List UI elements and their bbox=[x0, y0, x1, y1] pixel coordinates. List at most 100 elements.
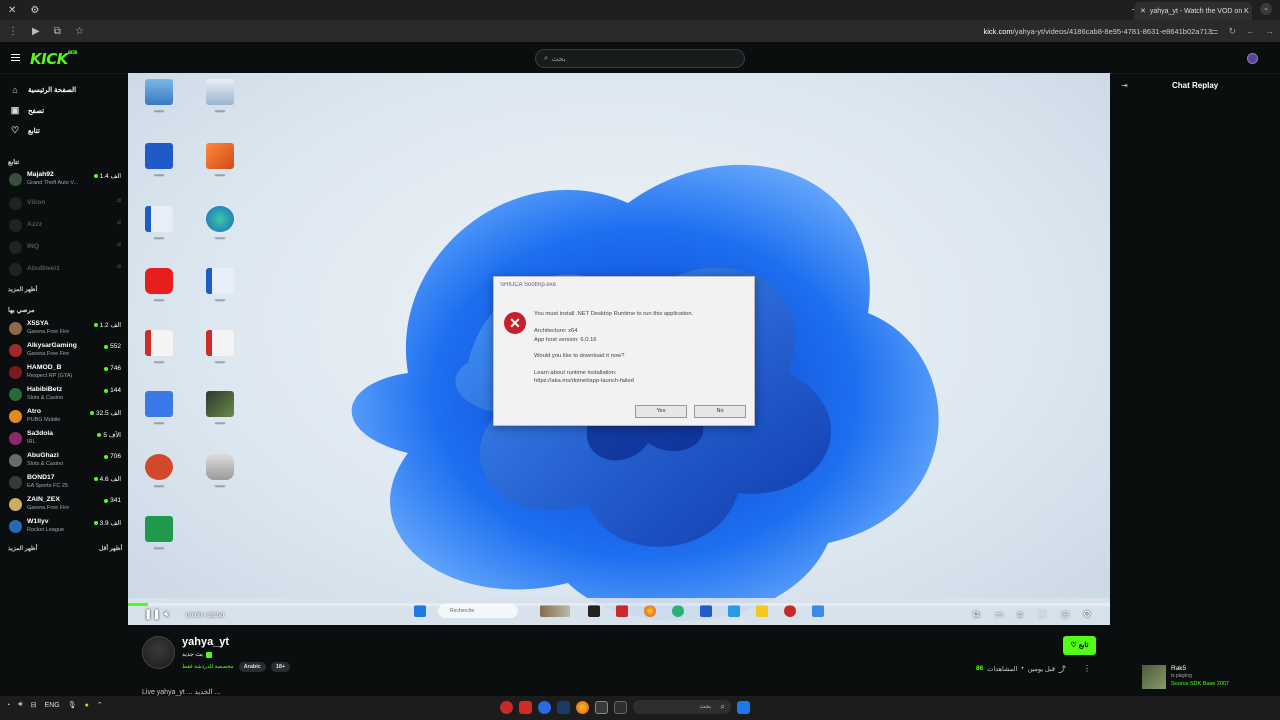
channel-item-recommended[interactable]: AbuGhazi Slots & Casino 706 bbox=[9, 451, 121, 471]
status-icon[interactable]: ● bbox=[85, 702, 89, 709]
app-icon[interactable] bbox=[538, 700, 551, 714]
calendar-icon[interactable] bbox=[519, 700, 532, 714]
sidebar-item-home[interactable]: ⌂ الصفحة الرئيسية bbox=[10, 85, 76, 95]
desktop-icon-docs[interactable]: ▬▬ bbox=[142, 391, 176, 437]
channel-item-recommended[interactable]: AlkysarGaming Garena Free Fire 552 bbox=[9, 341, 121, 361]
channel-name[interactable]: yahya_yt bbox=[182, 636, 229, 648]
age-tag[interactable]: 18+ bbox=[270, 662, 291, 672]
chrome-icon[interactable] bbox=[576, 700, 589, 714]
channel-item-recommended[interactable]: BOND17 EA Sports FC 25 4.6 الف bbox=[9, 473, 121, 493]
recommended-name: Rak5 bbox=[1171, 665, 1187, 672]
desktop-icon-pdf-2[interactable]: ▬▬ bbox=[203, 330, 237, 376]
desktop-icon-home[interactable]: ▬▬ bbox=[203, 143, 237, 189]
channel-item-recommended[interactable]: Sa3dola IRL 5 الآف bbox=[9, 429, 121, 449]
viewer-count-value: 5 الآف bbox=[103, 432, 121, 439]
menu-icon[interactable] bbox=[11, 54, 20, 61]
url-field[interactable]: kick.com/yahya-yt/videos/4186cab8-8e95-4… bbox=[984, 27, 1213, 36]
kick-logo[interactable]: KICKBETA bbox=[30, 50, 78, 68]
more-options-icon[interactable]: ⋮ bbox=[1083, 664, 1091, 673]
recycle-bin-icon bbox=[206, 79, 234, 105]
clock-icon: ◔ bbox=[6, 701, 11, 709]
clip-icon[interactable]: ⧉ bbox=[973, 609, 979, 620]
show-more-button[interactable]: أظهر المزيد bbox=[8, 545, 37, 552]
share-icon[interactable]: ⤴ bbox=[1058, 664, 1066, 675]
user-avatar[interactable] bbox=[1247, 53, 1258, 64]
mute-icon[interactable]: 🔇︎ bbox=[164, 609, 170, 620]
close-icon[interactable]: ✕ bbox=[8, 5, 16, 16]
search-input[interactable]: ⌕ بحث bbox=[535, 49, 745, 68]
back-icon[interactable]: ← bbox=[1246, 26, 1255, 37]
edge-icon bbox=[206, 206, 234, 232]
browser-active-icon[interactable] bbox=[595, 700, 608, 714]
desktop-icon-recycle-bin[interactable]: ▬▬ bbox=[203, 79, 237, 125]
video-player[interactable]: ▬▬ ▬▬ ▬▬ ▬▬ ▬▬ ▬▬ ▬▬ ▬▬ ▬▬ ▬▬ ▬▬ ▬▬ ▬▬ ▬… bbox=[128, 73, 1110, 625]
language-indicator[interactable]: ENG bbox=[45, 702, 60, 709]
channel-item-recommended[interactable]: HAMOD_B Respect RP (GTA) 746 bbox=[9, 363, 121, 383]
steam-icon[interactable] bbox=[557, 700, 570, 714]
reload-icon[interactable]: ↻ bbox=[1228, 26, 1236, 37]
windows-start-icon[interactable] bbox=[737, 700, 750, 714]
channel-name: W1llyv bbox=[27, 518, 49, 525]
desktop-icon-sheets[interactable]: ▬▬ bbox=[142, 516, 176, 562]
viewer-count: 5 الآف bbox=[97, 431, 121, 439]
desktop-icon-document[interactable]: ▬▬ bbox=[142, 206, 176, 252]
desktop-icon-network[interactable]: ▬▬ bbox=[142, 79, 176, 125]
viewer-count-value: 341 bbox=[110, 497, 121, 504]
category-link[interactable]: مخصصة للدردشة فقط bbox=[182, 664, 234, 670]
play-icon[interactable]: ▶ bbox=[32, 26, 40, 37]
settings-icon[interactable]: ⚙ bbox=[1083, 609, 1091, 620]
channel-item-recommended[interactable]: X5SYA Garena Free Fire 1.2 الف bbox=[9, 319, 121, 339]
dialog-no-button[interactable]: No bbox=[694, 405, 746, 418]
mic-icon[interactable]: 🎙︎ bbox=[68, 701, 77, 709]
show-more-button[interactable]: أظهر المزيد bbox=[8, 286, 37, 293]
pip-icon[interactable]: ⧈ bbox=[1017, 609, 1023, 620]
speed-icon[interactable]: ◷ bbox=[1061, 609, 1069, 620]
close-tab-icon[interactable]: ✕ bbox=[1140, 7, 1146, 15]
channel-item-following[interactable]: Viiion ⌀ bbox=[9, 194, 121, 214]
channel-item-recommended[interactable]: Atro PUBG Mobile 32.5 الف bbox=[9, 407, 121, 427]
desktop-icon-controller[interactable]: ▬▬ bbox=[203, 454, 237, 500]
channel-item-recommended[interactable]: ZAIN_ZEX Garena Free Fire 341 bbox=[9, 495, 121, 515]
video-progress-bar[interactable] bbox=[128, 603, 1110, 606]
channel-item-following[interactable]: AbuBwel1 ⌀ bbox=[9, 260, 121, 280]
channel-item-recommended[interactable]: HabibiBetz Slots & Casino 144 bbox=[9, 385, 121, 405]
extensions-icon[interactable]: ⧉ bbox=[54, 26, 61, 37]
channel-item-following[interactable]: Azzz ⌀ bbox=[9, 216, 121, 236]
sidebar-item-browse[interactable]: ▣ تصفح bbox=[10, 105, 44, 116]
network-icon[interactable]: ⊟ bbox=[31, 701, 37, 709]
pause-icon[interactable]: ❚❚ bbox=[144, 609, 161, 620]
channel-avatar[interactable] bbox=[142, 636, 175, 669]
menu-dots-icon[interactable]: ⋮ bbox=[8, 26, 18, 37]
channel-name: AbuGhazi bbox=[27, 452, 59, 459]
volume-icon[interactable]: 🔊︎ bbox=[18, 701, 22, 709]
fullscreen-icon[interactable]: ⛶ bbox=[1039, 609, 1045, 620]
desktop-icon-game[interactable]: ▬▬ bbox=[203, 391, 237, 437]
app-icon[interactable] bbox=[500, 700, 513, 714]
show-less-button[interactable]: أظهر أقل bbox=[99, 545, 122, 552]
collapse-chat-icon[interactable]: ⇥ bbox=[1121, 81, 1128, 90]
chevron-down-icon[interactable]: ⌄ bbox=[1260, 3, 1272, 15]
os-search-box[interactable]: بحث bbox=[633, 700, 731, 714]
theater-icon[interactable]: ▭ bbox=[995, 609, 1004, 620]
desktop-icon-powerpoint[interactable]: ▬▬ bbox=[142, 454, 176, 500]
desktop-icon-pdf[interactable]: ▬▬ bbox=[142, 330, 176, 376]
forward-icon[interactable]: → bbox=[1265, 26, 1274, 37]
recommended-card[interactable]: Rak5 is playing Source SDK Base 2007 bbox=[1142, 664, 1280, 692]
task-view-icon[interactable] bbox=[614, 700, 627, 714]
language-tag[interactable]: Arabic bbox=[238, 662, 266, 672]
star-icon[interactable]: ☆ bbox=[75, 26, 84, 37]
desktop-icon-document-2[interactable]: ▬▬ bbox=[203, 268, 237, 314]
desktop-icon-word[interactable]: ▬▬ bbox=[142, 143, 176, 189]
desktop-icon-youtube[interactable]: ▬▬ bbox=[142, 268, 176, 314]
tune-icon[interactable]: ⚌ bbox=[1210, 26, 1218, 37]
browser-tab[interactable]: ✕ yahya_yt - Watch the VOD on K bbox=[1134, 2, 1252, 20]
dialog-yes-button[interactable]: Yes bbox=[635, 405, 687, 418]
desktop-icon-edge[interactable]: ▬▬ bbox=[203, 206, 237, 252]
channel-item-following[interactable]: INQ ⌀ bbox=[9, 238, 121, 258]
sidebar-item-following[interactable]: ♡ تتابع bbox=[10, 125, 40, 136]
settings-icon[interactable]: ⚙ bbox=[30, 5, 39, 16]
channel-item-following[interactable]: Majah92 Grand Theft Auto V... 1.4 الف bbox=[9, 170, 121, 190]
follow-button[interactable]: ♡ تابع bbox=[1063, 636, 1096, 655]
chevron-up-icon[interactable]: ⌃ bbox=[97, 701, 103, 709]
channel-item-recommended[interactable]: W1llyv Rocket League 3.9 الف bbox=[9, 517, 121, 537]
